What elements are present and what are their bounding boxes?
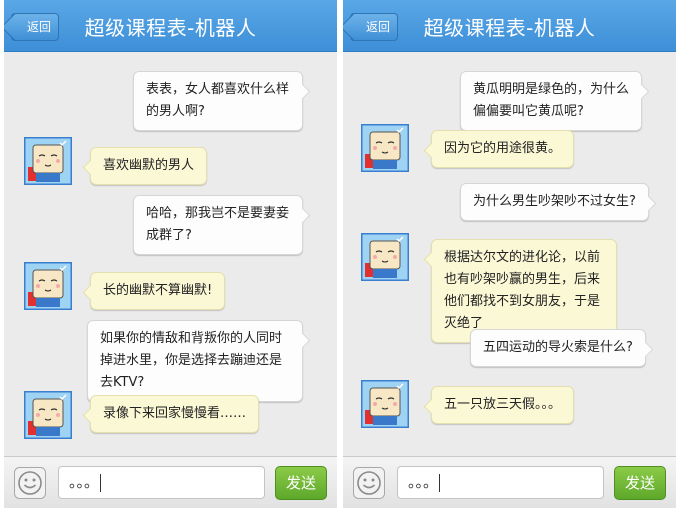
text-caret bbox=[439, 473, 441, 492]
message-text: 五一只放三天假。。。 bbox=[444, 397, 562, 412]
message-incoming: 长的幽默不算幽默! bbox=[90, 272, 226, 310]
input-bar: 。。。 发送 bbox=[4, 456, 337, 508]
message-incoming: 因为它的用途很黄。 bbox=[431, 130, 575, 168]
robot-avatar-icon[interactable] bbox=[24, 262, 72, 310]
smiley-icon[interactable] bbox=[353, 467, 385, 499]
message-list[interactable]: 黄瓜明明是绿色的，为什么偏偏要叫它黄瓜呢? 因为它的用途很黄。 为什么男生吵架吵… bbox=[343, 53, 676, 455]
message-incoming: 五一只放三天假。。。 bbox=[431, 386, 575, 424]
message-input[interactable]: 。。。 bbox=[58, 466, 265, 499]
message-text: 录像下来回家慢慢看…… bbox=[103, 406, 247, 421]
message-input-value: 。。。 bbox=[69, 473, 100, 491]
message-text: 因为它的用途很黄。 bbox=[444, 141, 562, 156]
message-text: 表表，女人都喜欢什么样的男人啊? bbox=[146, 82, 290, 119]
message-incoming: 录像下来回家慢慢看…… bbox=[90, 395, 260, 433]
message-input-value: 。。。 bbox=[408, 473, 439, 491]
message-incoming: 喜欢幽默的男人 bbox=[90, 147, 208, 185]
navigation-bar: 返回 超级课程表-机器人 bbox=[4, 0, 337, 52]
message-text: 五四运动的导火索是什么? bbox=[483, 340, 633, 355]
message-text: 黄瓜明明是绿色的，为什么偏偏要叫它黄瓜呢? bbox=[473, 82, 630, 119]
message-text: 为什么男生吵架吵不过女生? bbox=[473, 194, 636, 209]
chat-screen-left: 返回 超级课程表-机器人 表表，女人都喜欢什么样的男人啊? 喜欢幽默的男人 哈哈… bbox=[4, 0, 337, 508]
text-caret bbox=[100, 473, 102, 492]
message-input[interactable]: 。。。 bbox=[397, 466, 604, 499]
robot-avatar-icon[interactable] bbox=[24, 391, 72, 439]
message-outgoing: 黄瓜明明是绿色的，为什么偏偏要叫它黄瓜呢? bbox=[460, 71, 642, 131]
message-incoming: 根据达尔文的进化论，以前也有吵架吵赢的男生，后来他们都找不到女朋友，于是灭绝了 bbox=[431, 239, 617, 343]
message-outgoing: 哈哈，那我岂不是要妻妾成群了? bbox=[133, 195, 303, 255]
message-outgoing: 五四运动的导火索是什么? bbox=[470, 329, 646, 367]
send-button[interactable]: 发送 bbox=[614, 466, 666, 500]
message-text: 如果你的情敌和背叛你的人同时掉进水里，你是选择去蹦迪还是去KTV? bbox=[100, 331, 283, 390]
robot-avatar-icon[interactable] bbox=[361, 124, 409, 172]
message-list[interactable]: 表表，女人都喜欢什么样的男人啊? 喜欢幽默的男人 哈哈，那我岂不是要妻妾成群了?… bbox=[4, 53, 337, 455]
smiley-icon[interactable] bbox=[14, 467, 46, 499]
navigation-bar: 返回 超级课程表-机器人 bbox=[343, 0, 676, 52]
message-text: 喜欢幽默的男人 bbox=[103, 158, 195, 173]
robot-avatar-icon[interactable] bbox=[361, 233, 409, 281]
input-bar: 。。。 发送 bbox=[343, 456, 676, 508]
robot-avatar-icon[interactable] bbox=[361, 380, 409, 428]
robot-avatar-icon[interactable] bbox=[24, 137, 72, 185]
page-title: 超级课程表-机器人 bbox=[423, 16, 596, 40]
message-text: 长的幽默不算幽默! bbox=[103, 283, 213, 298]
message-outgoing: 表表，女人都喜欢什么样的男人啊? bbox=[133, 71, 303, 131]
message-outgoing: 如果你的情敌和背叛你的人同时掉进水里，你是选择去蹦迪还是去KTV? bbox=[87, 320, 303, 402]
message-text: 根据达尔文的进化论，以前也有吵架吵赢的男生，后来他们都找不到女朋友，于是灭绝了 bbox=[444, 250, 601, 331]
message-text: 哈哈，那我岂不是要妻妾成群了? bbox=[146, 206, 290, 243]
page-title: 超级课程表-机器人 bbox=[84, 16, 257, 40]
message-outgoing: 为什么男生吵架吵不过女生? bbox=[460, 183, 649, 221]
send-button[interactable]: 发送 bbox=[275, 466, 327, 500]
chat-screen-right: 返回 超级课程表-机器人 黄瓜明明是绿色的，为什么偏偏要叫它黄瓜呢? 因为它的用… bbox=[343, 0, 676, 508]
